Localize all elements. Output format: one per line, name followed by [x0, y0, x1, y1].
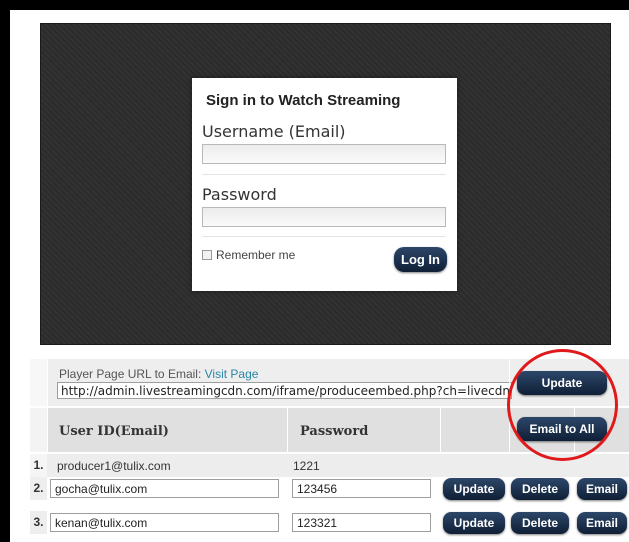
password-field[interactable]	[202, 207, 446, 227]
remember-label: Remember me	[216, 248, 296, 262]
visit-page-link[interactable]: Visit Page	[205, 367, 259, 381]
login-button[interactable]: Log In	[394, 247, 447, 272]
column-header-password: Password	[300, 424, 369, 439]
user-email-input[interactable]: kenan@tulix.com	[50, 513, 279, 532]
login-title: Sign in to Watch Streaming	[206, 92, 401, 109]
row-email-button[interactable]: Email	[577, 512, 627, 534]
table-row: 1. producer1@tulix.com 1221	[30, 454, 629, 477]
row-update-button[interactable]: Update	[443, 512, 505, 534]
remember-checkbox[interactable]	[202, 250, 212, 260]
password-label: Password	[202, 185, 277, 204]
player-url-input[interactable]: http://admin.livestreamingcdn.com/iframe…	[57, 382, 512, 399]
user-email: producer1@tulix.com	[57, 459, 171, 473]
row-email-button[interactable]: Email	[577, 478, 627, 500]
url-label: Player Page URL to Email: Visit Page	[59, 367, 259, 381]
table-row: 2. gocha@tulix.com 123456 Update Delete …	[30, 477, 629, 500]
row-update-button[interactable]: Update	[443, 478, 505, 500]
login-dialog: Sign in to Watch Streaming Username (Ema…	[192, 78, 457, 291]
remember-me[interactable]: Remember me	[202, 248, 295, 262]
column-header-user: User ID(Email)	[59, 424, 169, 439]
divider	[202, 174, 446, 175]
divider	[202, 236, 446, 237]
user-password-input[interactable]: 123321	[292, 513, 431, 532]
window-top-border	[0, 0, 629, 10]
username-label: Username (Email)	[202, 122, 346, 141]
user-password-input[interactable]: 123456	[292, 479, 431, 498]
highlight-circle	[507, 349, 618, 461]
user-email-input[interactable]: gocha@tulix.com	[50, 479, 279, 498]
row-delete-button[interactable]: Delete	[511, 512, 569, 534]
user-password: 1221	[293, 459, 320, 473]
window-left-border	[0, 0, 10, 542]
table-row: 3. kenan@tulix.com 123321 Update Delete …	[30, 511, 629, 534]
row-delete-button[interactable]: Delete	[511, 478, 569, 500]
username-field[interactable]	[202, 144, 446, 164]
